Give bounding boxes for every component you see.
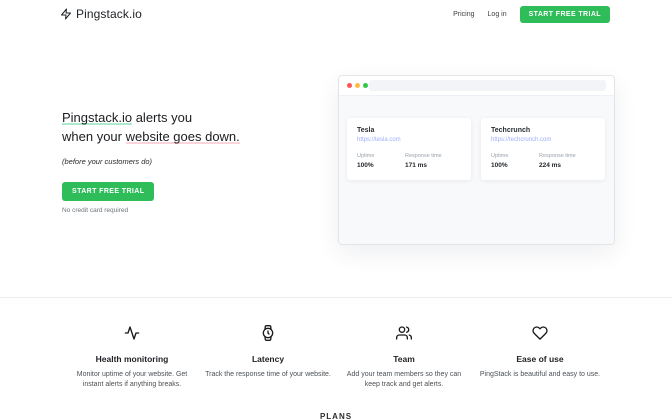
window-zoom-dot [363,83,368,88]
feature-title: Team [336,354,472,364]
site-card: Tesla https://tesla.com Uptime 100% Resp… [347,118,471,180]
window-controls [347,83,368,88]
address-bar [369,80,606,91]
feature-team: Team Add your team members so they can k… [336,325,472,390]
site-card: Techcrunch https://techcrunch.com Uptime… [481,118,605,180]
window-minimize-dot [355,83,360,88]
heart-icon [532,325,548,341]
hero-start-trial-button[interactable]: START FREE TRIAL [62,182,154,201]
uptime-stat: Uptime 100% [491,153,539,169]
feature-health-monitoring: Health monitoring Monitor uptime of your… [64,325,200,390]
uptime-stat: Uptime 100% [357,153,405,169]
hero-heading-prefix: when your [62,129,126,144]
brand-name: Pingstack.io [76,7,142,21]
feature-title: Latency [200,354,336,364]
response-time-stat: Response time 224 ms [539,153,576,169]
hero-section: Pingstack.io alerts you when your website… [62,108,342,214]
window-close-dot [347,83,352,88]
feature-description: Monitor uptime of your website. Get inst… [64,370,200,390]
header: Pingstack.io Pricing Log in START FREE T… [0,0,672,28]
no-credit-card-note: No credit card required [62,207,342,214]
section-divider [0,297,672,298]
site-name: Tesla [357,127,461,134]
brand-logo[interactable]: Pingstack.io [60,7,142,21]
feature-title: Health monitoring [64,354,200,364]
users-icon [396,325,412,341]
hero-highlight-down: website goes down. [126,129,240,144]
feature-description: Add your team members so they can keep t… [336,370,472,390]
hero-heading: Pingstack.io alerts you when your website… [62,108,342,146]
feature-description: Track the response time of your website. [200,370,336,380]
plans-section-label: PLANS [0,412,672,420]
nav-login-link[interactable]: Log in [488,11,507,18]
feature-description: PingStack is beautiful and easy to use. [472,370,608,380]
feature-ease-of-use: Ease of use PingStack is beautiful and e… [472,325,608,390]
watch-icon [260,325,276,341]
nav-pricing-link[interactable]: Pricing [453,11,474,18]
hero-heading-rest: alerts you [132,110,192,125]
browser-content: Tesla https://tesla.com Uptime 100% Resp… [339,96,614,244]
header-start-trial-button[interactable]: START FREE TRIAL [520,6,610,23]
site-url: https://techcrunch.com [491,137,595,143]
zap-icon [60,8,72,20]
site-url: https://tesla.com [357,137,461,143]
activity-icon [124,325,140,341]
features-section: Health monitoring Monitor uptime of your… [64,325,608,390]
hero-highlight-brand: Pingstack.io [62,110,132,125]
hero-subheading: (before your customers do) [62,157,342,166]
header-nav: Pricing Log in START FREE TRIAL [453,6,610,23]
feature-title: Ease of use [472,354,608,364]
browser-titlebar [339,76,614,96]
response-time-stat: Response time 171 ms [405,153,442,169]
browser-mockup: Tesla https://tesla.com Uptime 100% Resp… [338,75,615,245]
site-name: Techcrunch [491,127,595,134]
feature-latency: Latency Track the response time of your … [200,325,336,390]
